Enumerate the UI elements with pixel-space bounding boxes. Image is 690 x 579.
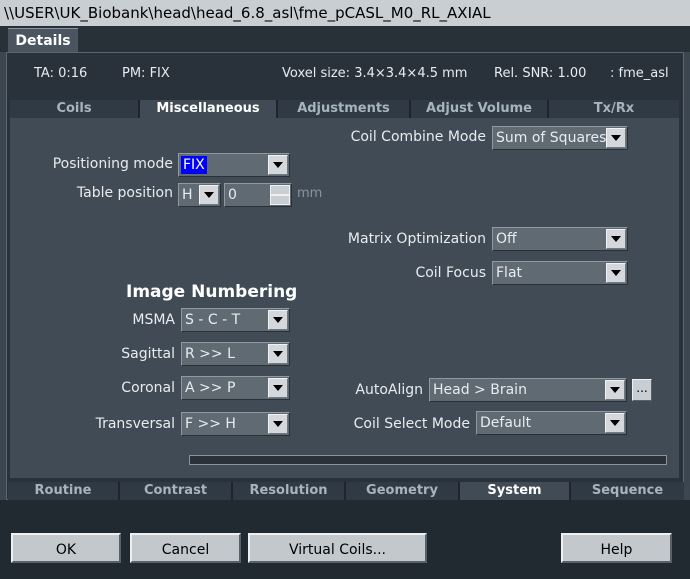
pm-readout: PM: FIX bbox=[122, 66, 170, 81]
chevron-down-icon[interactable] bbox=[268, 344, 288, 364]
stepper-down-icon[interactable] bbox=[270, 195, 290, 205]
window-title: \\USER\UK_Biobank\head\head_6.8_asl\fme_… bbox=[0, 0, 690, 26]
chevron-down-icon[interactable] bbox=[606, 263, 626, 283]
autoalign-label: AutoAlign bbox=[355, 382, 423, 398]
matrix-optimization-value: Off bbox=[496, 231, 517, 247]
positioning-mode-value: FIX bbox=[181, 156, 207, 174]
coil-combine-label: Coil Combine Mode bbox=[350, 129, 486, 145]
table-position-value: 0 bbox=[228, 187, 237, 203]
help-button[interactable]: Help bbox=[561, 533, 672, 563]
matrix-optimization-label: Matrix Optimization bbox=[347, 231, 486, 247]
chevron-down-icon[interactable] bbox=[605, 380, 625, 400]
chevron-down-icon[interactable] bbox=[606, 229, 626, 249]
tab-details[interactable]: Details bbox=[8, 28, 78, 53]
tab-miscellaneous[interactable]: Miscellaneous bbox=[140, 100, 278, 118]
snr-readout: Rel. SNR: 1.00 bbox=[494, 66, 587, 81]
sagittal-dropdown[interactable]: R >> L bbox=[181, 342, 290, 366]
autoalign-dropdown[interactable]: Head > Brain bbox=[429, 378, 627, 402]
coil-focus-label: Coil Focus bbox=[415, 265, 486, 281]
coil-select-mode-label: Coil Select Mode bbox=[353, 416, 470, 432]
table-position-label: Table position bbox=[76, 185, 173, 201]
msma-value: S - C - T bbox=[185, 312, 241, 328]
autoalign-more-button[interactable]: ... bbox=[632, 379, 652, 401]
transversal-dropdown[interactable]: F >> H bbox=[181, 412, 290, 436]
chevron-down-icon[interactable] bbox=[199, 185, 219, 205]
sequence-readout: : fme_asl bbox=[610, 66, 669, 81]
transversal-label: Transversal bbox=[95, 416, 175, 432]
tab-system[interactable]: System bbox=[460, 482, 571, 500]
sagittal-value: R >> L bbox=[185, 346, 235, 362]
coil-select-mode-value: Default bbox=[480, 415, 532, 431]
cancel-button[interactable]: Cancel bbox=[130, 533, 241, 563]
msma-dropdown[interactable]: S - C - T bbox=[181, 308, 290, 332]
ok-button[interactable]: OK bbox=[11, 533, 121, 563]
chevron-down-icon[interactable] bbox=[268, 155, 288, 175]
chevron-down-icon[interactable] bbox=[605, 413, 625, 433]
tab-geometry[interactable]: Geometry bbox=[346, 482, 460, 500]
tab-contrast[interactable]: Contrast bbox=[120, 482, 233, 500]
coil-select-mode-dropdown[interactable]: Default bbox=[476, 411, 627, 435]
table-position-stepper[interactable]: 0 bbox=[224, 183, 292, 207]
matrix-optimization-dropdown[interactable]: Off bbox=[492, 227, 628, 251]
coronal-label: Coronal bbox=[121, 380, 175, 396]
tab-adjust-volume[interactable]: Adjust Volume bbox=[411, 100, 549, 118]
status-progress-bar bbox=[189, 455, 667, 465]
tab-sequence[interactable]: Sequence bbox=[571, 482, 684, 500]
coil-focus-value: Flat bbox=[496, 265, 523, 281]
chevron-down-icon[interactable] bbox=[268, 378, 288, 398]
coronal-dropdown[interactable]: A >> P bbox=[181, 376, 290, 400]
details-tab-strip bbox=[0, 26, 690, 52]
voxel-size-readout: Voxel size: 3.4×3.4×4.5 mm bbox=[282, 66, 468, 81]
coil-focus-dropdown[interactable]: Flat bbox=[492, 261, 628, 285]
tab-coils[interactable]: Coils bbox=[10, 100, 140, 118]
coronal-value: A >> P bbox=[185, 380, 236, 396]
stepper-up-icon[interactable] bbox=[270, 185, 290, 195]
table-position-unit: mm bbox=[297, 186, 323, 201]
tab-tx-rx[interactable]: Tx/Rx bbox=[549, 100, 679, 118]
chevron-down-icon[interactable] bbox=[268, 414, 288, 434]
tab-routine[interactable]: Routine bbox=[8, 482, 120, 500]
msma-label: MSMA bbox=[132, 312, 175, 328]
sagittal-label: Sagittal bbox=[121, 346, 175, 362]
table-direction-value: H bbox=[182, 187, 193, 203]
ta-readout: TA: 0:16 bbox=[34, 66, 88, 81]
virtual-coils-button[interactable]: Virtual Coils... bbox=[248, 533, 427, 563]
image-numbering-heading: Image Numbering bbox=[126, 282, 298, 302]
tab-adjustments[interactable]: Adjustments bbox=[278, 100, 411, 118]
transversal-value: F >> H bbox=[185, 416, 236, 432]
table-direction-dropdown[interactable]: H bbox=[178, 183, 221, 207]
positioning-mode-dropdown[interactable]: FIX bbox=[178, 153, 290, 177]
coil-combine-value: Sum of Squares bbox=[496, 130, 607, 146]
tab-resolution[interactable]: Resolution bbox=[233, 482, 346, 500]
autoalign-value: Head > Brain bbox=[433, 382, 527, 398]
chevron-down-icon[interactable] bbox=[268, 310, 288, 330]
chevron-down-icon[interactable] bbox=[606, 128, 626, 148]
coil-combine-dropdown[interactable]: Sum of Squares bbox=[492, 126, 628, 150]
positioning-mode-label: Positioning mode bbox=[52, 156, 173, 172]
